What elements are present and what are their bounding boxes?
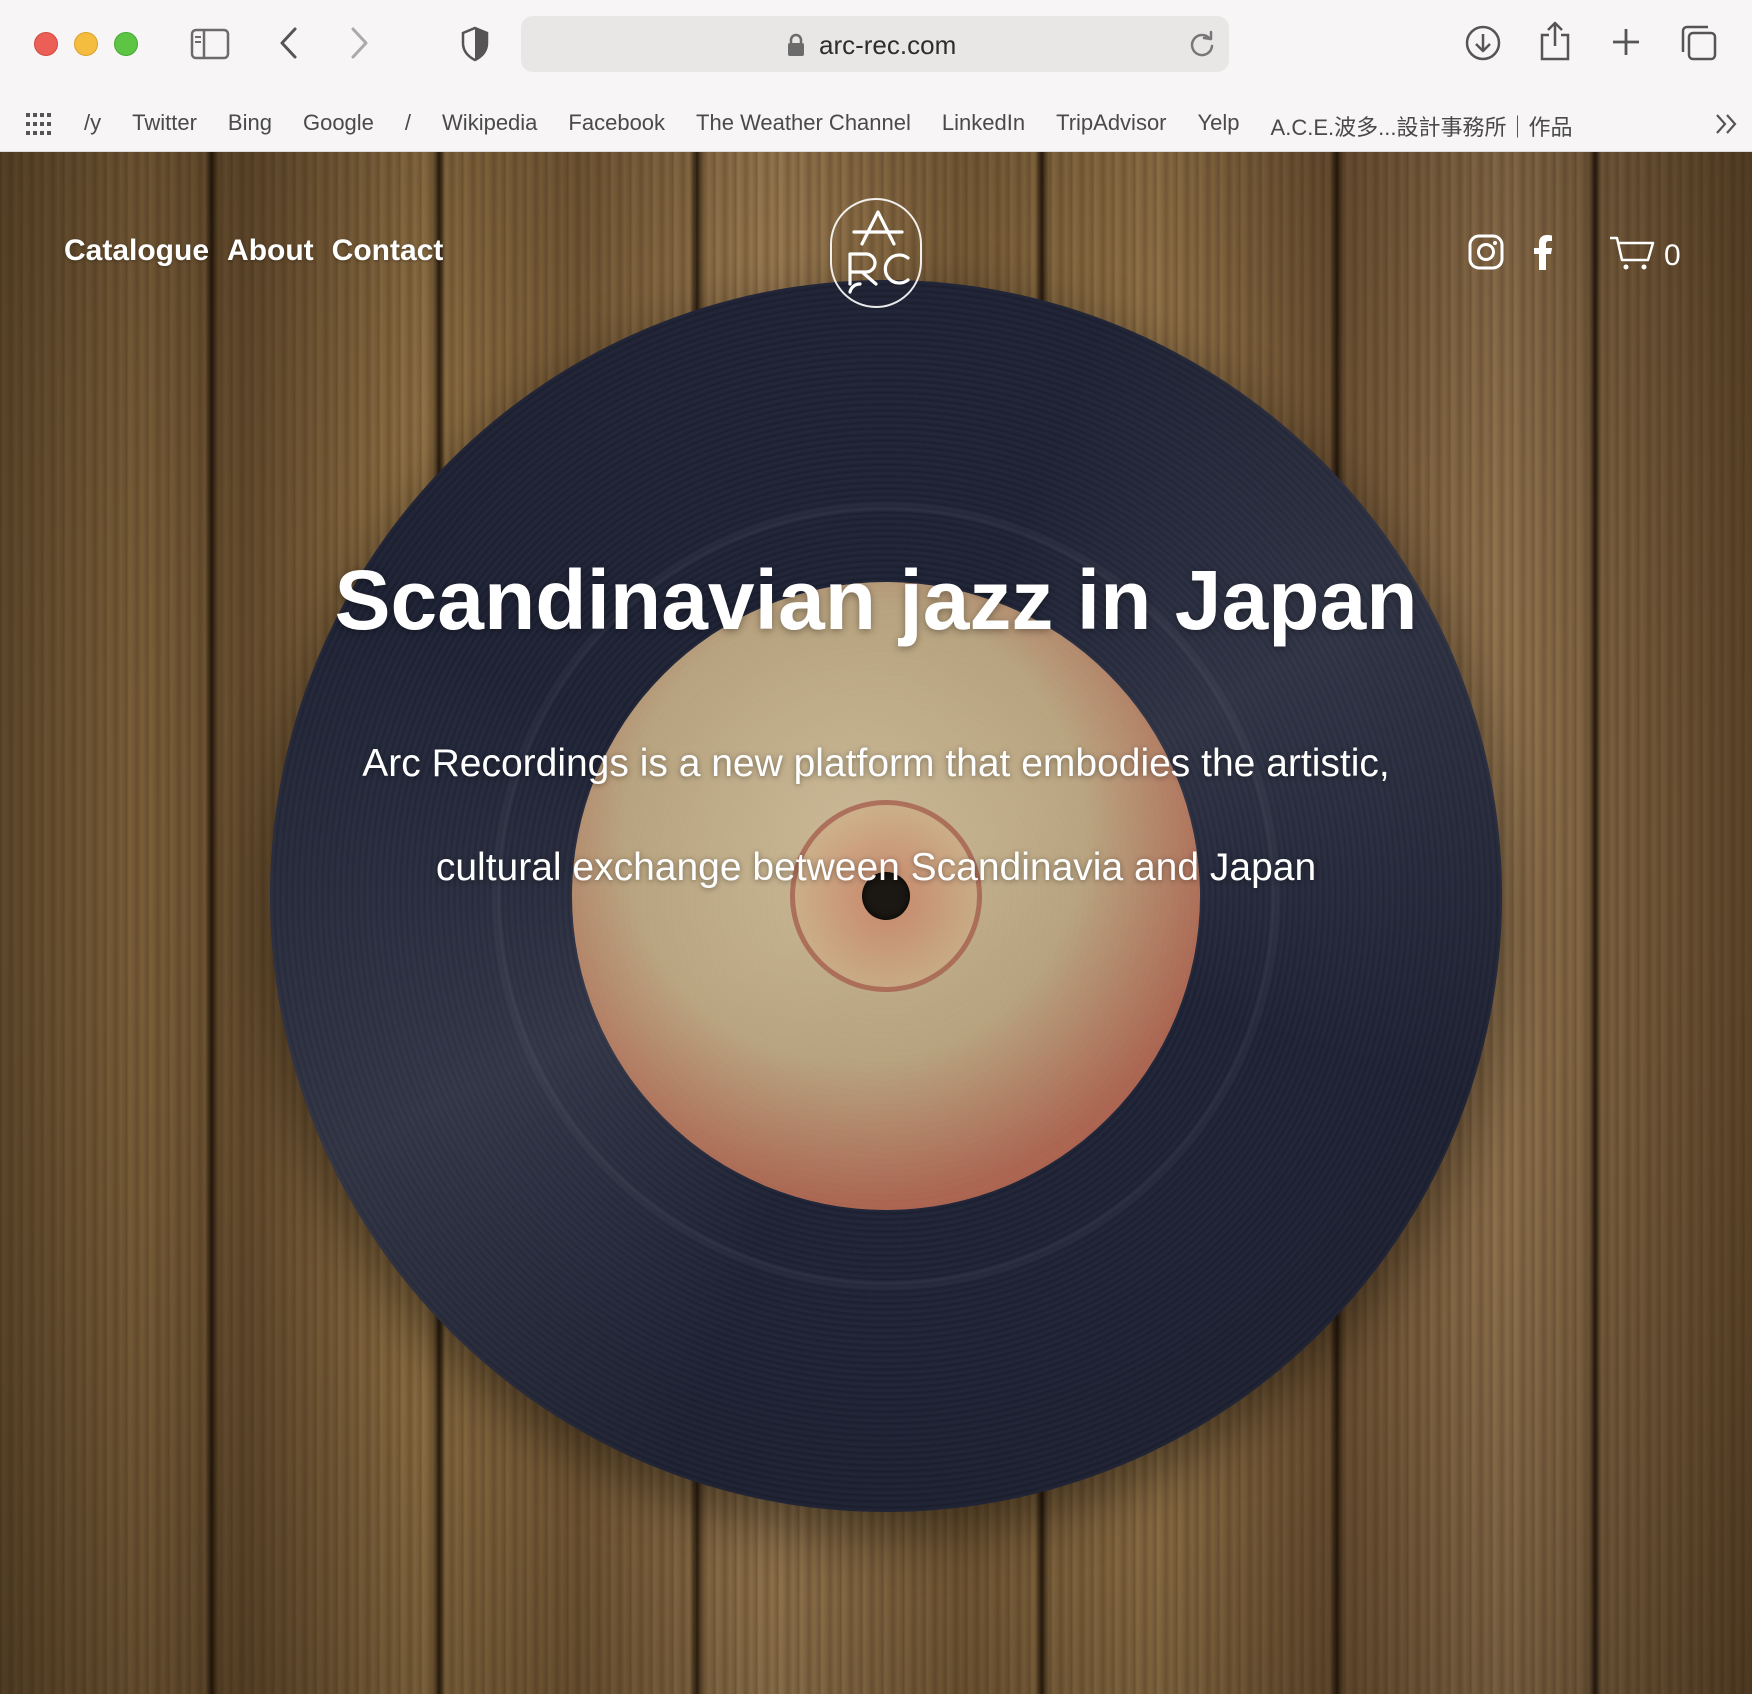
bookmark-item[interactable]: Twitter — [132, 110, 197, 142]
bookmark-item[interactable]: / — [405, 110, 411, 142]
apps-grid-icon[interactable] — [26, 113, 52, 140]
bookmark-item[interactable]: Wikipedia — [442, 110, 537, 142]
window-minimize-button[interactable] — [74, 32, 98, 56]
instagram-icon[interactable] — [1468, 234, 1504, 275]
bookmark-list: /y Twitter Bing Google / Wikipedia Faceb… — [84, 110, 1603, 142]
nav-contact-link[interactable]: Contact — [332, 234, 444, 268]
tab-overview-icon[interactable] — [1680, 24, 1718, 62]
sidebar-toggle-icon[interactable] — [190, 28, 230, 60]
privacy-shield-icon[interactable] — [460, 26, 490, 62]
lock-icon — [787, 33, 805, 62]
cart-count: 0 — [1664, 238, 1681, 272]
bookmark-item[interactable]: LinkedIn — [942, 110, 1025, 142]
new-tab-plus-icon[interactable] — [1610, 26, 1642, 58]
back-chevron-icon[interactable] — [278, 26, 300, 60]
cart-icon — [1608, 234, 1656, 277]
hero-subtitle: Arc Recordings is a new platform that em… — [362, 742, 1390, 889]
hero-title: Scandinavian jazz in Japan — [334, 553, 1418, 647]
facebook-icon[interactable] — [1532, 234, 1554, 275]
nav-catalogue-link[interactable]: Catalogue — [64, 234, 209, 268]
hero-section: Catalogue About Contact 0 Scandinavian j… — [0, 152, 1752, 1694]
forward-chevron-icon[interactable] — [348, 26, 370, 60]
share-icon[interactable] — [1538, 20, 1572, 62]
reload-icon[interactable] — [1189, 30, 1215, 63]
bookmark-item[interactable]: The Weather Channel — [696, 110, 911, 142]
bookmark-item[interactable]: Facebook — [568, 110, 665, 142]
bookmarks-overflow-chevron-icon[interactable] — [1714, 112, 1740, 141]
bookmark-item[interactable]: Yelp — [1198, 110, 1240, 142]
downloads-icon[interactable] — [1464, 24, 1502, 62]
bookmark-item[interactable]: Google — [303, 110, 374, 142]
bookmark-item[interactable]: Bing — [228, 110, 272, 142]
url-text: arc-rec.com — [819, 30, 957, 60]
window-maximize-button[interactable] — [114, 32, 138, 56]
bookmark-item[interactable]: A.C.E.波多...設計事務所｜作品 — [1271, 110, 1573, 142]
bookmark-item[interactable]: /y — [84, 110, 101, 142]
site-nav: Catalogue About Contact — [64, 234, 443, 268]
address-bar[interactable]: arc-rec.com — [521, 16, 1229, 72]
bookmark-item[interactable]: TripAdvisor — [1056, 110, 1166, 142]
arc-logo[interactable] — [830, 198, 922, 308]
nav-about-link[interactable]: About — [227, 234, 314, 268]
cart-button[interactable]: 0 — [1608, 234, 1681, 277]
bookmarks-bar: /y Twitter Bing Google / Wikipedia Faceb… — [0, 96, 1752, 152]
browser-toolbar: arc-rec.com — [0, 0, 1752, 96]
hero-vignette — [0, 152, 1752, 1694]
window-close-button[interactable] — [34, 32, 58, 56]
